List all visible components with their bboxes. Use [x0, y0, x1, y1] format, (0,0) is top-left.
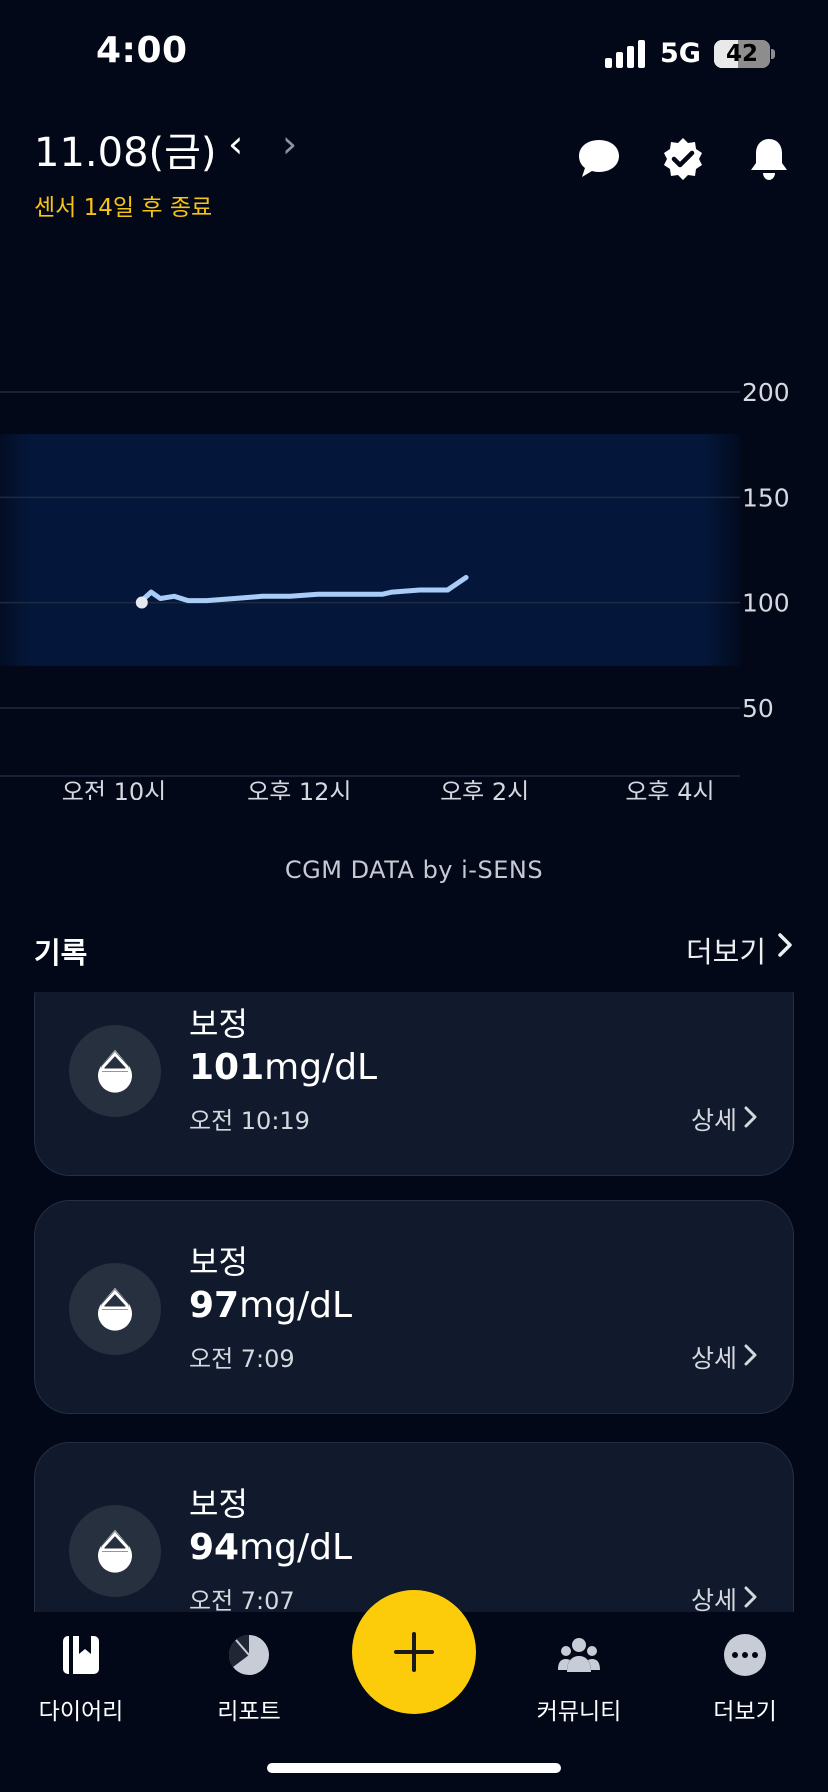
- record-detail-button[interactable]: 상세: [691, 1339, 737, 1375]
- chevron-right-icon[interactable]: [743, 1106, 758, 1128]
- record-type: 보정: [189, 1485, 248, 1523]
- add-button[interactable]: [352, 1590, 476, 1714]
- status-time: 4:00: [96, 30, 188, 71]
- target-range-band: [0, 434, 740, 666]
- home-indicator[interactable]: [267, 1763, 561, 1773]
- report-icon: [229, 1635, 269, 1675]
- next-day-button[interactable]: ›: [282, 122, 297, 166]
- bell-icon[interactable]: [746, 136, 792, 182]
- verified-badge-icon[interactable]: [660, 136, 706, 182]
- more-icon: [724, 1634, 766, 1676]
- date-title[interactable]: 11.08(금): [34, 120, 217, 178]
- network-label: 5G: [660, 38, 701, 69]
- record-type: 보정: [189, 1005, 248, 1043]
- x-tick-label: 오후 12시: [247, 778, 351, 800]
- sensor-notice: 센서 14일 후 종료: [34, 195, 213, 221]
- tab-label: 리포트: [217, 1699, 281, 1725]
- record-time: 오전 7:07: [189, 1587, 295, 1612]
- y-tick-label: 100: [742, 589, 790, 618]
- chat-icon[interactable]: [576, 136, 622, 182]
- chevron-right-icon[interactable]: [743, 1344, 758, 1366]
- battery-level: 42: [725, 41, 758, 67]
- tab-label: 다이어리: [38, 1699, 124, 1725]
- x-tick-label: 오후 4시: [625, 778, 714, 800]
- record-value: 97mg/dL: [189, 1285, 352, 1326]
- drop-icon: [69, 1505, 161, 1597]
- battery-icon: 42: [714, 40, 770, 68]
- cgm-data-caption: CGM DATA by i-SENS: [284, 856, 544, 884]
- records-list[interactable]: 보정 101mg/dL 오전 10:19 상세 보정 97mg/dL 오전 7:…: [0, 992, 828, 1612]
- tab-more[interactable]: 더보기: [680, 1632, 810, 1726]
- diary-icon: [63, 1636, 99, 1674]
- record-value-unit: mg/dL: [239, 1285, 353, 1326]
- record-detail-button[interactable]: 상세: [691, 1101, 737, 1137]
- drop-icon: [69, 1263, 161, 1355]
- chevron-right-icon[interactable]: [776, 932, 794, 958]
- record-type: 보정: [189, 1243, 248, 1281]
- signal-icon: [605, 40, 645, 68]
- record-value-unit: mg/dL: [264, 1047, 378, 1088]
- tab-label: 커뮤니티: [536, 1699, 622, 1725]
- x-tick-label: 오전 10시: [62, 778, 166, 800]
- record-time: 오전 7:09: [189, 1345, 295, 1373]
- x-tick-label: 오후 2시: [440, 778, 529, 800]
- tab-report[interactable]: 리포트: [184, 1632, 314, 1726]
- plus-icon: [394, 1632, 434, 1672]
- start-marker: [135, 596, 148, 609]
- records-more-button[interactable]: 더보기: [686, 929, 766, 971]
- record-value-number: 94: [189, 1527, 240, 1568]
- community-icon: [558, 1638, 600, 1672]
- drop-icon: [69, 1025, 161, 1117]
- record-card[interactable]: 보정 101mg/dL 오전 10:19 상세: [34, 992, 794, 1176]
- prev-day-button[interactable]: ‹: [228, 122, 243, 166]
- chevron-right-icon[interactable]: [743, 1586, 758, 1608]
- y-tick-label: 150: [742, 483, 790, 512]
- records-title: 기록: [34, 936, 88, 970]
- record-value-number: 101: [189, 1047, 265, 1088]
- glucose-chart[interactable]: 200 150 100 50 오전 10시 오후 12시 오후 2시 오후 4시: [0, 360, 828, 800]
- tab-diary[interactable]: 다이어리: [16, 1632, 146, 1726]
- record-value-number: 97: [189, 1285, 240, 1326]
- record-card[interactable]: 보정 94mg/dL 오전 7:07 상세: [34, 1442, 794, 1612]
- battery-cap: [771, 49, 775, 59]
- record-value-unit: mg/dL: [239, 1527, 353, 1568]
- record-time: 오전 10:19: [189, 1107, 310, 1135]
- record-card[interactable]: 보정 97mg/dL 오전 7:09 상세: [34, 1200, 794, 1414]
- y-tick-label: 200: [742, 378, 790, 407]
- record-value: 101mg/dL: [189, 1047, 377, 1088]
- tab-community[interactable]: 커뮤니티: [514, 1632, 644, 1726]
- record-value: 94mg/dL: [189, 1527, 352, 1568]
- tab-label: 더보기: [713, 1699, 777, 1725]
- y-tick-label: 50: [742, 694, 774, 723]
- record-detail-button[interactable]: 상세: [691, 1581, 737, 1612]
